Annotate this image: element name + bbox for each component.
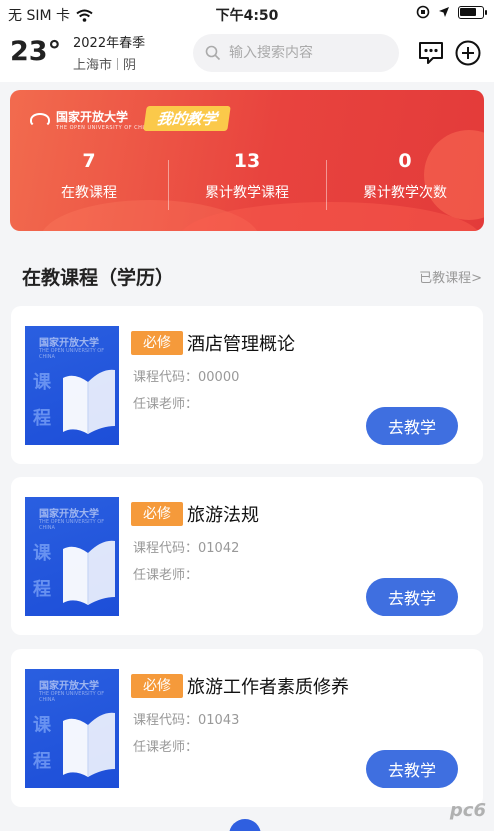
required-badge: 必修: [131, 674, 183, 698]
required-badge: 必修: [131, 502, 183, 526]
course-card[interactable]: 国家开放大学 THE OPEN UNIVERSITY OF CHINA 课 程 …: [11, 477, 483, 635]
cover-subtitle: THE OPEN UNIVERSITY OF CHINA: [39, 691, 105, 703]
university-name-en: THE OPEN UNIVERSITY OF CHINA: [56, 125, 153, 131]
course-teacher: 任课老师：: [133, 397, 199, 412]
temperature: 23°: [10, 36, 62, 67]
cover-char: 课: [33, 543, 51, 564]
search-bar[interactable]: [193, 34, 399, 72]
teaching-banner: 国家开放大学 THE OPEN UNIVERSITY OF CHINA 我的教学…: [10, 90, 484, 231]
stat-value: 0: [398, 150, 412, 172]
course-name: 旅游工作者素质修养: [187, 677, 349, 698]
city-label: 上海市: [73, 58, 113, 73]
university-name: 国家开放大学: [56, 110, 129, 124]
cover-logo: 国家开放大学: [39, 509, 99, 520]
search-input[interactable]: [229, 45, 389, 61]
my-teaching-tag: 我的教学: [143, 106, 231, 131]
orientation-lock-icon: [416, 5, 430, 19]
search-icon: [205, 45, 221, 61]
required-badge: 必修: [131, 331, 183, 355]
cover-char: 课: [33, 715, 51, 736]
go-teach-button[interactable]: 去教学: [366, 407, 458, 445]
university-logo-icon: [30, 112, 50, 127]
go-teach-button[interactable]: 去教学: [366, 750, 458, 788]
course-cover: 国家开放大学 THE OPEN UNIVERSITY OF CHINA 课 程: [25, 497, 119, 616]
section-title: 在教课程（学历）: [22, 267, 175, 289]
course-name: 旅游法规: [187, 505, 259, 526]
stat-label: 在教课程: [61, 185, 117, 201]
tab-bar-center-button[interactable]: [229, 819, 261, 831]
course-teacher: 任课老师：: [133, 568, 199, 583]
stat-total-courses[interactable]: 13 累计教学课程: [168, 150, 326, 202]
stat-value: 7: [82, 150, 96, 172]
course-card[interactable]: 国家开放大学 THE OPEN UNIVERSITY OF CHINA 课 程 …: [11, 306, 483, 464]
course-teacher: 任课老师：: [133, 740, 199, 755]
past-courses-link[interactable]: 已教课程>: [419, 267, 482, 286]
book-icon: [63, 369, 115, 434]
decor-shape: [180, 202, 480, 231]
status-bar: 无 SIM 卡 下午4:50: [0, 0, 494, 28]
course-code: 课程代码：01042: [133, 541, 240, 556]
cover-char: 程: [33, 579, 51, 600]
stat-current-courses[interactable]: 7 在教课程: [10, 150, 168, 202]
course-code: 课程代码：01043: [133, 713, 240, 728]
cover-char: 课: [33, 372, 51, 393]
message-icon[interactable]: [417, 39, 445, 67]
stat-total-sessions[interactable]: 0 累计教学次数: [326, 150, 484, 202]
stat-value: 13: [233, 150, 261, 172]
course-name: 酒店管理概论: [187, 334, 295, 355]
cover-logo: 国家开放大学: [39, 338, 99, 349]
course-code: 课程代码：00000: [133, 370, 240, 385]
header: 23° 2022年春季 上海市 阴: [0, 28, 494, 82]
cover-char: 程: [33, 751, 51, 772]
watermark: pc6: [449, 800, 486, 821]
cover-subtitle: THE OPEN UNIVERSITY OF CHINA: [39, 519, 105, 531]
weather-label: 阴: [123, 58, 137, 73]
semester-label: 2022年春季: [73, 36, 146, 51]
course-cover: 国家开放大学 THE OPEN UNIVERSITY OF CHINA 课 程: [25, 669, 119, 788]
course-cover: 国家开放大学 THE OPEN UNIVERSITY OF CHINA 课 程: [25, 326, 119, 445]
cover-char: 程: [33, 408, 51, 429]
go-teach-button[interactable]: 去教学: [366, 578, 458, 616]
cover-logo: 国家开放大学: [39, 681, 99, 692]
add-icon[interactable]: [454, 39, 482, 67]
location-icon: [439, 7, 449, 17]
battery-icon: [458, 5, 487, 19]
university-logo: 国家开放大学 THE OPEN UNIVERSITY OF CHINA: [30, 108, 153, 131]
divider: [117, 57, 119, 70]
book-icon: [63, 540, 115, 605]
course-card[interactable]: 国家开放大学 THE OPEN UNIVERSITY OF CHINA 课 程 …: [11, 649, 483, 807]
stat-label: 累计教学次数: [363, 185, 447, 201]
book-icon: [63, 712, 115, 777]
cover-subtitle: THE OPEN UNIVERSITY OF CHINA: [39, 348, 105, 360]
stat-label: 累计教学课程: [205, 185, 289, 201]
location-weather: 上海市 阴: [73, 54, 136, 73]
